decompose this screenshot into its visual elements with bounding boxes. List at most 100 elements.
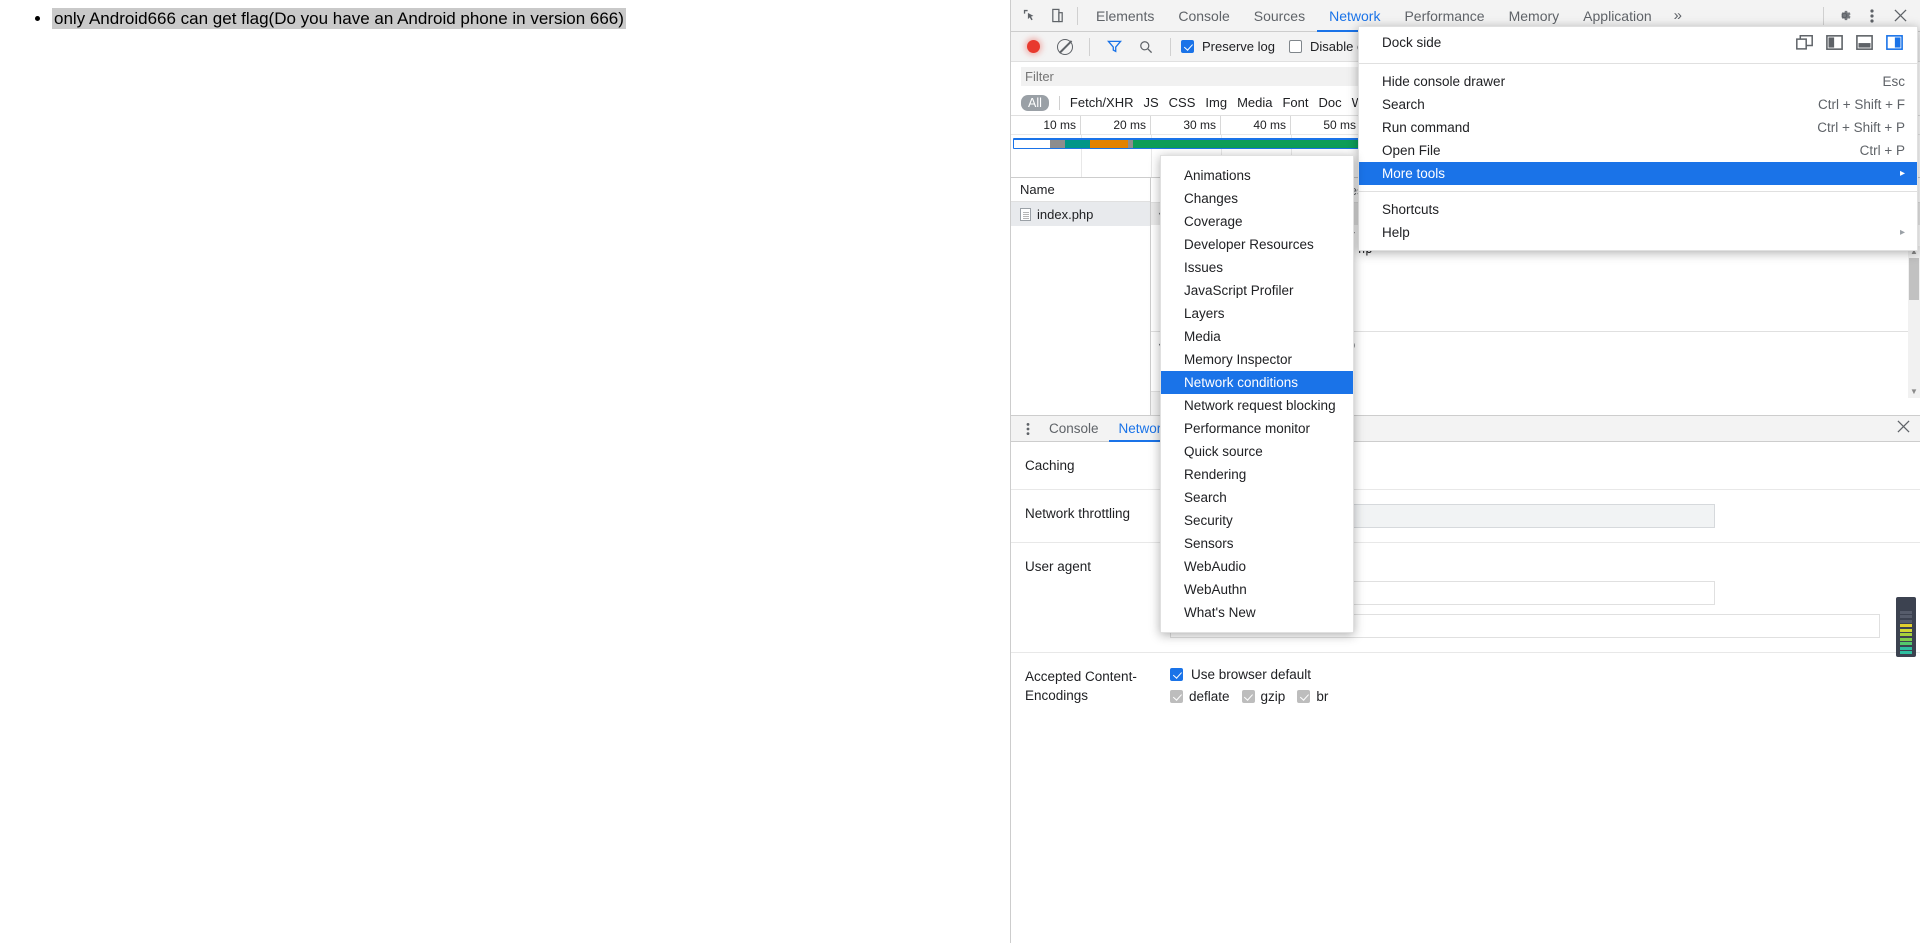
submenu-item-whats-new[interactable]: What's New bbox=[1161, 601, 1353, 624]
menu-item-open-file[interactable]: Open File Ctrl + P bbox=[1359, 139, 1917, 162]
menu-item-run-command[interactable]: Run command Ctrl + Shift + P bbox=[1359, 116, 1917, 139]
dock-side-label: Dock side bbox=[1382, 34, 1442, 50]
submenu-item-webauthn[interactable]: WebAuthn bbox=[1161, 578, 1353, 601]
menu-item-search-accel: Ctrl + Shift + F bbox=[1817, 97, 1905, 112]
dock-bottom-icon[interactable] bbox=[1856, 34, 1873, 50]
more-options-icon[interactable] bbox=[1858, 3, 1886, 29]
request-list-header: Name bbox=[1011, 178, 1150, 202]
menu-item-more-tools[interactable]: More tools ▸ bbox=[1359, 162, 1917, 185]
more-tabs-icon[interactable]: » bbox=[1664, 7, 1692, 24]
page-bullet-list: only Android666 can get flag(Do you have… bbox=[0, 0, 1010, 32]
menu-separator-2 bbox=[1359, 191, 1917, 192]
type-filter-doc[interactable]: Doc bbox=[1319, 95, 1342, 110]
close-icon[interactable] bbox=[1886, 3, 1914, 29]
submenu-item-changes[interactable]: Changes bbox=[1161, 187, 1353, 210]
disable-cache-checkbox[interactable] bbox=[1288, 40, 1302, 53]
network-conditions-panel: Caching Disable cache Network throttling… bbox=[1011, 442, 1920, 719]
nc-gzip-label: gzip bbox=[1260, 689, 1286, 704]
search-icon[interactable] bbox=[1132, 34, 1160, 60]
submenu-item-sensors[interactable]: Sensors bbox=[1161, 532, 1353, 555]
menu-item-shortcuts-label: Shortcuts bbox=[1382, 202, 1440, 217]
type-separator bbox=[1058, 95, 1060, 110]
submenu-item-developer-resources[interactable]: Developer Resources bbox=[1161, 233, 1353, 256]
dock-right-icon[interactable] bbox=[1886, 34, 1903, 50]
toolbar-separator-1 bbox=[1089, 37, 1090, 56]
tick-30ms: 30 ms bbox=[1151, 116, 1221, 135]
submenu-item-media[interactable]: Media bbox=[1161, 325, 1353, 348]
nc-gzip-checkbox bbox=[1241, 690, 1255, 703]
tab-sources[interactable]: Sources bbox=[1242, 0, 1317, 32]
request-name: index.php bbox=[1037, 206, 1094, 222]
tab-console[interactable]: Console bbox=[1166, 0, 1241, 32]
nc-throttling-label: Network throttling bbox=[1025, 506, 1131, 521]
device-toolbar-icon[interactable] bbox=[1043, 3, 1071, 29]
submenu-item-coverage[interactable]: Coverage bbox=[1161, 210, 1353, 233]
drawer-more-options-icon[interactable] bbox=[1017, 422, 1039, 436]
table-row[interactable]: index.php bbox=[1011, 202, 1150, 226]
submenu-item-quick-source[interactable]: Quick source bbox=[1161, 440, 1353, 463]
nc-br-label: br bbox=[1316, 689, 1329, 704]
details-scrollbar[interactable]: ▲ ▼ bbox=[1908, 246, 1920, 398]
clear-button[interactable] bbox=[1051, 34, 1079, 60]
menu-item-shortcuts[interactable]: Shortcuts bbox=[1359, 198, 1917, 221]
undock-icon[interactable] bbox=[1796, 34, 1813, 50]
gear-icon[interactable] bbox=[1830, 3, 1858, 29]
submenu-item-network-conditions[interactable]: Network conditions bbox=[1161, 371, 1353, 394]
submenu-item-rendering[interactable]: Rendering bbox=[1161, 463, 1353, 486]
nc-br-checkbox bbox=[1297, 690, 1311, 703]
use-browser-default-enc-row[interactable]: Use browser default bbox=[1170, 667, 1880, 682]
type-filter-fetch-xhr[interactable]: Fetch/XHR bbox=[1070, 95, 1134, 110]
more-tools-submenu: Animations Changes Coverage Developer Re… bbox=[1160, 155, 1354, 633]
dock-left-icon[interactable] bbox=[1826, 34, 1843, 50]
submenu-item-network-request-blocking[interactable]: Network request blocking bbox=[1161, 394, 1353, 417]
menu-item-help[interactable]: Help ▸ bbox=[1359, 221, 1917, 244]
nc-row-encodings: Accepted Content-Encodings Use browser d… bbox=[1011, 653, 1920, 719]
devtools-main-menu: Dock side Hide console drawer Esc Search… bbox=[1358, 26, 1918, 251]
tick-10ms: 10 ms bbox=[1011, 116, 1081, 135]
nc-row-caching: Caching Disable cache bbox=[1011, 442, 1920, 490]
tab-elements[interactable]: Elements bbox=[1084, 0, 1166, 32]
page-bullet-item: only Android666 can get flag(Do you have… bbox=[52, 6, 1010, 32]
submenu-item-animations[interactable]: Animations bbox=[1161, 164, 1353, 187]
type-filter-all[interactable]: All bbox=[1021, 94, 1049, 111]
submenu-item-search[interactable]: Search bbox=[1161, 486, 1353, 509]
record-button[interactable] bbox=[1019, 34, 1047, 60]
scroll-down-icon[interactable]: ▼ bbox=[1908, 386, 1920, 398]
filter-toggle-button[interactable] bbox=[1100, 34, 1128, 60]
menu-item-hide-console-drawer-accel: Esc bbox=[1882, 74, 1905, 89]
type-filter-img[interactable]: Img bbox=[1205, 95, 1227, 110]
menu-separator-1 bbox=[1359, 63, 1917, 64]
submenu-item-performance-monitor[interactable]: Performance monitor bbox=[1161, 417, 1353, 440]
type-filter-media[interactable]: Media bbox=[1237, 95, 1272, 110]
menu-item-open-file-accel: Ctrl + P bbox=[1859, 143, 1905, 158]
details-scroll-thumb[interactable] bbox=[1909, 258, 1919, 300]
tick-40ms: 40 ms bbox=[1221, 116, 1291, 135]
tabstrip-separator bbox=[1077, 6, 1078, 25]
toolbar-separator-2 bbox=[1170, 37, 1171, 56]
type-filter-js[interactable]: JS bbox=[1143, 95, 1158, 110]
submenu-item-issues[interactable]: Issues bbox=[1161, 256, 1353, 279]
tabstrip-separator-right bbox=[1823, 6, 1824, 25]
drawer-tab-console[interactable]: Console bbox=[1039, 415, 1109, 442]
nc-encodings-label: Accepted Content-Encodings bbox=[1025, 669, 1137, 703]
tick-20ms: 20 ms bbox=[1081, 116, 1151, 135]
nc-use-browser-default-enc-label: Use browser default bbox=[1191, 667, 1312, 682]
preserve-log-checkbox[interactable] bbox=[1181, 40, 1194, 53]
tick-50ms: 50 ms bbox=[1291, 116, 1361, 135]
type-filter-css[interactable]: CSS bbox=[1169, 95, 1196, 110]
menu-item-hide-console-drawer[interactable]: Hide console drawer Esc bbox=[1359, 70, 1917, 93]
submenu-item-security[interactable]: Security bbox=[1161, 509, 1353, 532]
nc-use-browser-default-enc-checkbox[interactable] bbox=[1170, 668, 1183, 681]
close-drawer-icon[interactable] bbox=[1897, 420, 1910, 437]
request-list: Name index.php bbox=[1011, 178, 1151, 415]
type-filter-font[interactable]: Font bbox=[1282, 95, 1308, 110]
nc-row-throttling: Network throttling No throttling bbox=[1011, 490, 1920, 543]
submenu-item-memory-inspector[interactable]: Memory Inspector bbox=[1161, 348, 1353, 371]
submenu-item-javascript-profiler[interactable]: JavaScript Profiler bbox=[1161, 279, 1353, 302]
filter-input[interactable] bbox=[1021, 66, 1376, 86]
submenu-item-layers[interactable]: Layers bbox=[1161, 302, 1353, 325]
menu-item-search[interactable]: Search Ctrl + Shift + F bbox=[1359, 93, 1917, 116]
submenu-item-webaudio[interactable]: WebAudio bbox=[1161, 555, 1353, 578]
chevron-right-icon-help: ▸ bbox=[1899, 227, 1905, 238]
inspect-element-icon[interactable] bbox=[1015, 3, 1043, 29]
